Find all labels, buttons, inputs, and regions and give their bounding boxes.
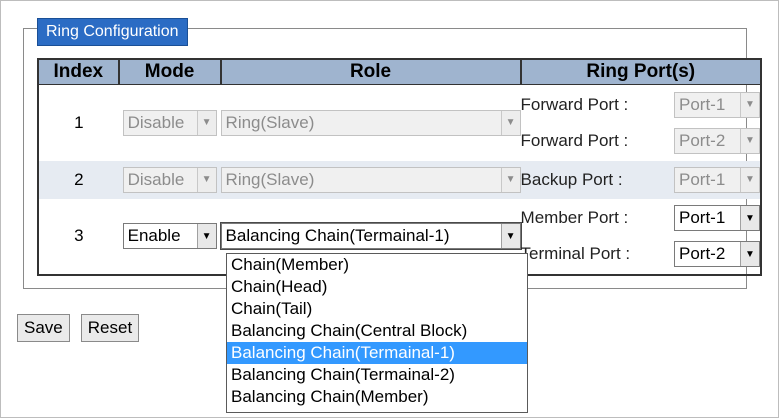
dropdown-option[interactable]: Chain(Tail) [227, 298, 527, 320]
dropdown-option[interactable]: Chain(Head) [227, 276, 527, 298]
dropdown-option[interactable]: Chain(Member) [227, 254, 527, 276]
chevron-down-icon: ▼ [196, 110, 216, 135]
port-line: Forward Port : Port-2 ▼ [521, 123, 760, 159]
port-select[interactable]: Port-1 ▼ [674, 91, 760, 118]
chevron-down-icon: ▼ [500, 110, 520, 135]
chevron-down-icon: ▼ [196, 224, 216, 248]
role-select[interactable]: Ring(Slave) ▼ [220, 109, 521, 136]
port-line: Terminal Port : Port-2 ▼ [521, 236, 760, 272]
dropdown-option[interactable]: Balancing Chain(Member) [227, 386, 527, 408]
table-row: 2 Disable ▼ Ring(Slave) ▼ Backup Port : … [38, 160, 761, 199]
port-select[interactable]: Port-2 ▼ [674, 241, 760, 267]
port-select[interactable]: Port-1 ▼ [674, 205, 760, 231]
role-select[interactable]: Ring(Slave) ▼ [220, 166, 521, 193]
chevron-down-icon: ▼ [740, 242, 759, 266]
port-label: Forward Port : [520, 130, 629, 150]
ring-config-table: Index Mode Role Ring Port(s) 1 Disable ▼… [37, 58, 762, 276]
chevron-down-icon: ▼ [740, 206, 759, 230]
chevron-down-icon: ▼ [740, 128, 759, 153]
chevron-down-icon: ▼ [500, 224, 520, 248]
role-dropdown-list: Chain(Member) Chain(Head) Chain(Tail) Ba… [226, 253, 528, 413]
header-ring-ports: Ring Port(s) [520, 59, 761, 85]
row-index: 1 [74, 112, 84, 132]
mode-select[interactable]: Enable ▼ [122, 223, 217, 249]
port-label: Backup Port : [520, 169, 623, 189]
header-role: Role [220, 59, 522, 85]
chevron-down-icon: ▼ [196, 167, 216, 192]
chevron-down-icon: ▼ [740, 167, 759, 192]
row-index: 2 [74, 169, 84, 189]
reset-button[interactable]: Reset [80, 314, 140, 342]
chevron-down-icon: ▼ [500, 167, 520, 192]
mode-select[interactable]: Disable ▼ [122, 109, 217, 136]
port-select[interactable]: Port-1 ▼ [674, 166, 760, 193]
save-button[interactable]: Save [17, 314, 70, 342]
row-index: 3 [74, 226, 84, 245]
port-line: Backup Port : Port-1 ▼ [521, 162, 760, 198]
port-label: Member Port : [520, 208, 629, 227]
mode-select[interactable]: Disable ▼ [122, 166, 217, 193]
table-row: 1 Disable ▼ Ring(Slave) ▼ Forward Port :… [38, 85, 761, 161]
port-label: Forward Port : [520, 94, 629, 114]
button-row: Save Reset [17, 314, 145, 342]
chevron-down-icon: ▼ [740, 92, 759, 117]
dropdown-option[interactable]: Balancing Chain(Termainal-2) [227, 364, 527, 386]
port-label: Terminal Port : [520, 244, 631, 263]
dropdown-option[interactable]: Balancing Chain(Termainal-1) [227, 342, 527, 364]
port-line: Forward Port : Port-1 ▼ [521, 87, 760, 123]
role-select[interactable]: Balancing Chain(Termainal-1) ▼ [219, 222, 522, 250]
port-select[interactable]: Port-2 ▼ [674, 127, 760, 154]
header-index: Index [38, 59, 120, 85]
dropdown-option[interactable]: Balancing Chain(Central Block) [227, 320, 527, 342]
port-line: Member Port : Port-1 ▼ [521, 200, 760, 236]
ring-config-legend: Ring Configuration [37, 18, 188, 46]
header-mode: Mode [118, 59, 222, 85]
